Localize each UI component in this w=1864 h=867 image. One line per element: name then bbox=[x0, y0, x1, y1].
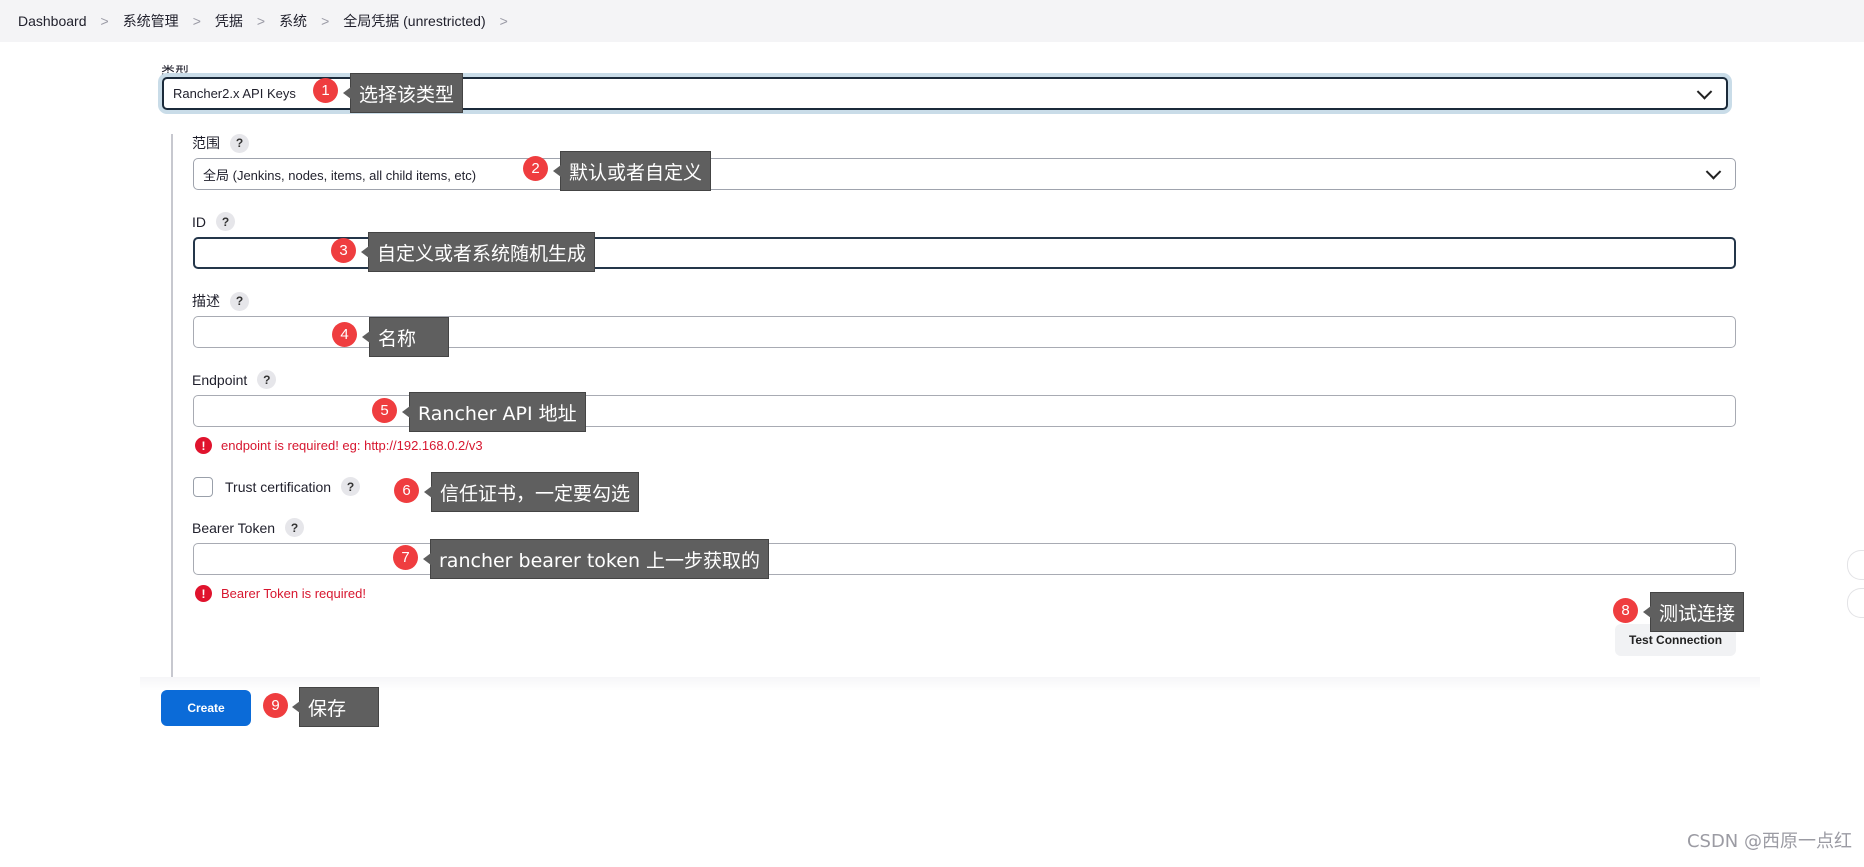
credential-form: 类型 Rancher2.x API Keys 范围 ? 全局 (Jenkins,… bbox=[0, 42, 1864, 867]
chevron-right-icon: > bbox=[192, 13, 201, 29]
side-panel-handle[interactable] bbox=[1847, 550, 1864, 580]
annotation-callout-9: 保存 bbox=[299, 687, 379, 727]
bearer-token-label-text: Bearer Token bbox=[192, 519, 276, 536]
bearer-token-error: ! Bearer Token is required! bbox=[195, 585, 366, 602]
breadcrumb-dashboard[interactable]: Dashboard bbox=[18, 13, 87, 29]
annotation-marker-7: 7 bbox=[393, 545, 418, 570]
annotation-marker-5: 5 bbox=[372, 398, 397, 423]
help-icon[interactable]: ? bbox=[216, 212, 235, 231]
chevron-down-icon bbox=[1705, 164, 1722, 180]
annotation-marker-8: 8 bbox=[1613, 598, 1638, 623]
description-label: 描述 ? bbox=[192, 291, 249, 311]
help-icon[interactable]: ? bbox=[285, 518, 305, 537]
annotation-callout-5: Rancher API 地址 bbox=[409, 392, 586, 432]
endpoint-label: Endpoint ? bbox=[192, 370, 277, 389]
annotation-callout-3: 自定义或者系统随机生成 bbox=[368, 232, 596, 272]
watermark: CSDN @西原一点红 bbox=[1686, 831, 1852, 852]
chevron-right-icon: > bbox=[100, 13, 109, 29]
side-panel-handle[interactable] bbox=[1847, 588, 1864, 618]
nested-section-rule bbox=[171, 134, 173, 698]
chevron-right-icon: > bbox=[256, 13, 266, 29]
breadcrumb-system-management[interactable]: 系统管理 bbox=[123, 11, 179, 31]
help-icon[interactable]: ? bbox=[230, 291, 249, 311]
chevron-down-icon bbox=[1696, 83, 1713, 100]
annotation-callout-6: 信任证书，一定要勾选 bbox=[431, 472, 640, 512]
annotation-marker-2: 2 bbox=[523, 156, 548, 181]
id-label-text: ID bbox=[192, 213, 206, 230]
annotation-callout-4: 名称 bbox=[369, 317, 449, 357]
trust-certification-label-text[interactable]: Trust certification bbox=[225, 479, 331, 495]
breadcrumb-global-credentials[interactable]: 全局凭据 (unrestricted) bbox=[343, 11, 485, 31]
scope-label: 范围 ? bbox=[192, 133, 249, 153]
annotation-callout-1: 选择该类型 bbox=[350, 73, 464, 113]
bearer-token-error-text: Bearer Token is required! bbox=[221, 586, 367, 601]
breadcrumb: Dashboard > 系统管理 > 凭据 > 系统 > 全局凭据 (unres… bbox=[0, 0, 1864, 42]
scope-select-value: 全局 (Jenkins, nodes, items, all child ite… bbox=[203, 167, 477, 183]
breadcrumb-credentials[interactable]: 凭据 bbox=[215, 11, 243, 31]
help-icon[interactable]: ? bbox=[230, 133, 249, 153]
endpoint-label-text: Endpoint bbox=[192, 371, 248, 388]
annotation-callout-7: rancher bearer token 上一步获取的 bbox=[430, 539, 770, 579]
footer-shadow bbox=[140, 677, 1760, 691]
trust-certification-checkbox[interactable] bbox=[193, 477, 213, 497]
trust-certification-label: Trust certification ? bbox=[225, 477, 361, 496]
description-label-text: 描述 bbox=[192, 293, 220, 309]
breadcrumb-system[interactable]: 系统 bbox=[279, 11, 307, 31]
endpoint-error: ! endpoint is required! eg: http://192.1… bbox=[195, 437, 483, 454]
help-icon[interactable]: ? bbox=[341, 477, 361, 496]
annotation-marker-3: 3 bbox=[331, 238, 356, 263]
bearer-token-label: Bearer Token ? bbox=[192, 518, 305, 537]
endpoint-error-text: endpoint is required! eg: http://192.168… bbox=[221, 438, 483, 453]
annotation-callout-8: 测试连接 bbox=[1650, 592, 1745, 632]
help-icon[interactable]: ? bbox=[257, 370, 277, 389]
annotation-marker-1: 1 bbox=[313, 78, 338, 103]
annotation-marker-4: 4 bbox=[332, 322, 357, 347]
scope-select[interactable]: 全局 (Jenkins, nodes, items, all child ite… bbox=[193, 158, 1736, 190]
id-label: ID ? bbox=[192, 212, 235, 231]
create-button[interactable]: Create bbox=[161, 690, 251, 726]
type-select-value: Rancher2.x API Keys bbox=[173, 86, 296, 101]
chevron-right-icon: > bbox=[321, 13, 330, 29]
annotation-marker-6: 6 bbox=[394, 478, 419, 503]
error-icon: ! bbox=[195, 585, 212, 602]
annotation-callout-2: 默认或者自定义 bbox=[560, 151, 712, 191]
scope-label-text: 范围 bbox=[192, 135, 220, 151]
error-icon: ! bbox=[195, 437, 212, 454]
chevron-right-icon[interactable]: > bbox=[500, 13, 508, 29]
annotation-marker-9: 9 bbox=[263, 693, 288, 718]
